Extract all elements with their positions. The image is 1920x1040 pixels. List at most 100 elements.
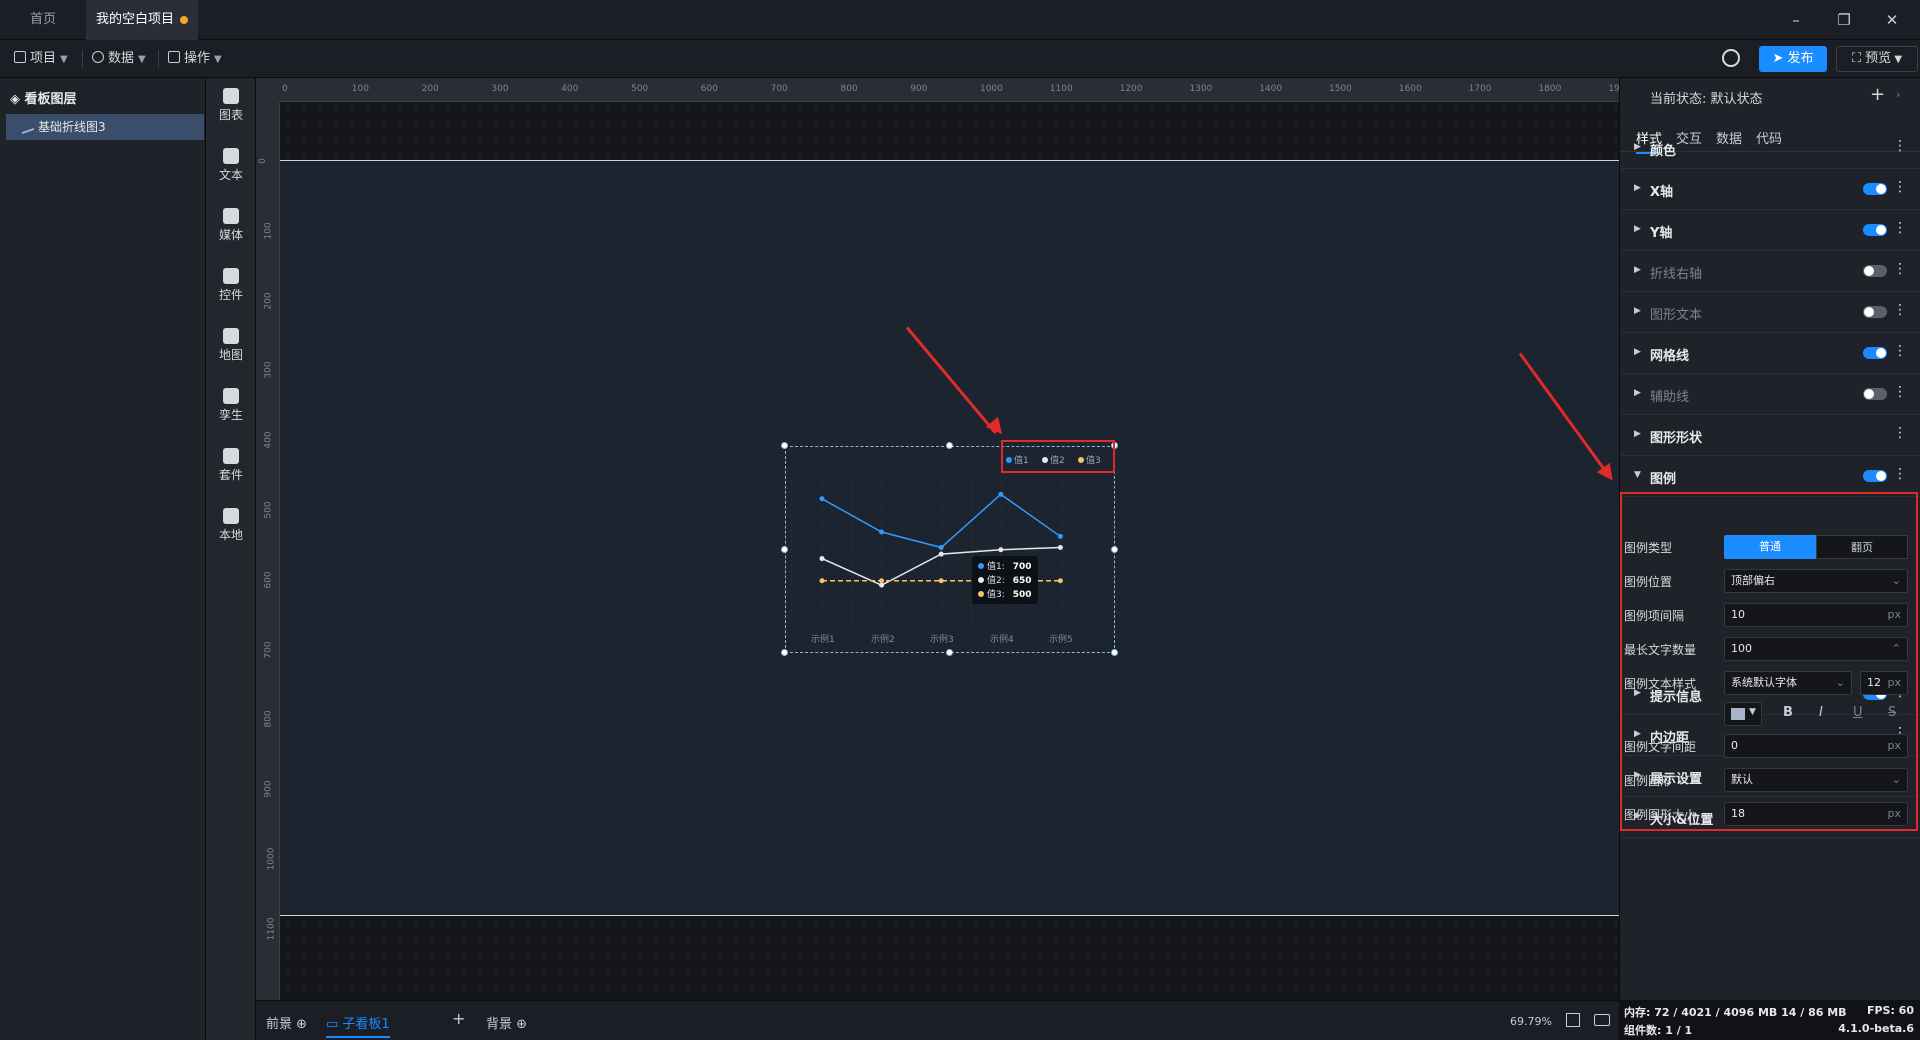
tooltip-name: 值3	[987, 590, 1002, 600]
more-vertical-icon[interactable]: ⋮	[1893, 466, 1907, 482]
resize-handle[interactable]	[1111, 546, 1118, 553]
caret-right-icon: ▶	[1634, 347, 1641, 357]
memory-status: 内存: 72 / 4021 / 4096 MB 14 / 86 MB	[1624, 1006, 1847, 1019]
fit-screen-icon[interactable]	[1566, 1013, 1580, 1027]
tab-subboard-label: 子看板1	[342, 1017, 390, 1032]
more-vertical-icon[interactable]: ⋮	[1893, 138, 1907, 154]
section-toggle[interactable]	[1863, 306, 1887, 318]
legend-shapesize-input[interactable]: 18 px	[1724, 802, 1908, 826]
legend-maxtext-input[interactable]: 100 ⌃	[1724, 637, 1908, 661]
color-swatch	[1731, 708, 1745, 720]
state-value: 默认状态	[1710, 92, 1763, 107]
panel-section-label: 图例	[1650, 472, 1677, 487]
tooltip-name: 值2	[987, 576, 1002, 586]
resize-handle[interactable]	[946, 649, 953, 656]
legend-shape-label: 图例图形	[1624, 774, 1673, 788]
resize-handle[interactable]	[781, 546, 788, 553]
panel-section[interactable]: ▶ 图形形状 ⋮	[1620, 415, 1920, 456]
current-state[interactable]: 当前状态: 默认状态	[1650, 88, 1763, 107]
panel-section[interactable]: ▶ X轴 ⋮	[1620, 169, 1920, 210]
legend-type-row: 图例类型 普通 翻页	[1624, 533, 1914, 561]
tab-foreground[interactable]: 前景 ⊕	[266, 1013, 307, 1032]
more-vertical-icon[interactable]: ⋮	[1893, 302, 1907, 318]
more-vertical-icon[interactable]: ⋮	[1893, 220, 1907, 236]
tooltip-marker	[978, 563, 984, 569]
legend-type-normal[interactable]: 普通	[1724, 535, 1816, 559]
caret-right-icon: ▶	[1634, 306, 1641, 316]
unit-label: px	[1887, 608, 1902, 621]
legend-spacing-row: 图例文字间距 0 px	[1624, 732, 1914, 760]
add-state-icon[interactable]: +	[1870, 84, 1885, 105]
keyboard-icon[interactable]	[1594, 1014, 1610, 1026]
resize-handle[interactable]	[781, 649, 788, 656]
tooltip-row: 值1: 700	[978, 560, 1032, 574]
chevron-down-icon: ⌄	[1835, 676, 1845, 689]
section-toggle[interactable]	[1863, 388, 1887, 400]
section-toggle[interactable]	[1863, 183, 1887, 195]
legend-gap-row: 图例项间隔 10 px	[1624, 601, 1914, 629]
panel-section-label: 网格线	[1650, 349, 1690, 364]
more-vertical-icon[interactable]: ⋮	[1893, 425, 1907, 441]
legend-spacing-label: 图例文字间距	[1624, 740, 1697, 754]
tooltip-value: 500	[1012, 590, 1032, 600]
more-vertical-icon[interactable]: ⋮	[1893, 179, 1907, 195]
section-toggle[interactable]	[1863, 224, 1887, 236]
panel-section[interactable]: ▶ 网格线 ⋮	[1620, 333, 1920, 374]
legend-font-select[interactable]: 系统默认字体 ⌄	[1724, 671, 1852, 695]
stepper-icon[interactable]: ⌃	[1892, 638, 1901, 660]
chevron-down-icon: ▼	[1749, 707, 1756, 717]
tab-foreground-label: 前景	[266, 1017, 293, 1032]
legend-shape-value: 默认	[1731, 773, 1753, 786]
tab-subboard[interactable]: ▭ 子看板1	[326, 1013, 390, 1038]
resize-handle[interactable]	[946, 442, 953, 449]
panel-section[interactable]: ▶ 折线右轴 ⋮	[1620, 251, 1920, 292]
legend-gap-input[interactable]: 10 px	[1724, 603, 1908, 627]
legend-shape-select[interactable]: 默认 ⌄	[1724, 768, 1908, 792]
bold-icon[interactable]: B	[1783, 705, 1793, 720]
panel-section[interactable]: ▶ Y轴 ⋮	[1620, 210, 1920, 251]
section-toggle[interactable]	[1863, 470, 1887, 482]
section-toggle[interactable]	[1863, 265, 1887, 277]
legend-shapesize-value: 18	[1731, 807, 1745, 820]
resize-handle[interactable]	[1111, 649, 1118, 656]
legend-color-picker[interactable]: ▼	[1724, 702, 1762, 726]
legend-gap-label: 图例项间隔	[1624, 609, 1685, 623]
resize-handle[interactable]	[781, 442, 788, 449]
tooltip-marker	[978, 591, 984, 597]
section-toggle[interactable]	[1863, 347, 1887, 359]
more-vertical-icon[interactable]: ⋮	[1893, 261, 1907, 277]
tooltip-value: 650	[1012, 576, 1032, 586]
legend-spacing-value: 0	[1731, 739, 1738, 752]
chart-selection-box[interactable]	[785, 446, 1115, 653]
chevron-right-icon[interactable]: ›	[1896, 88, 1900, 101]
caret-right-icon: ▶	[1634, 388, 1641, 398]
panel-section-label: X轴	[1650, 185, 1674, 200]
panel-section[interactable]: ▶ 辅助线 ⋮	[1620, 374, 1920, 415]
chart-tooltip: 值1: 700 值2: 650 值3: 500	[972, 556, 1038, 604]
legend-shape-row: 图例图形 默认 ⌄	[1624, 766, 1914, 794]
panel-section-label: 颜色	[1650, 144, 1677, 159]
legend-position-select[interactable]: 顶部偏右 ⌄	[1724, 569, 1908, 593]
add-board-icon[interactable]: +	[452, 1009, 465, 1028]
italic-icon[interactable]: I	[1819, 705, 1823, 720]
panel-section[interactable]: ▶ 颜色 ⋮	[1620, 128, 1920, 169]
more-vertical-icon[interactable]: ⋮	[1893, 343, 1907, 359]
status-bar: 内存: 72 / 4021 / 4096 MB 14 / 86 MB FPS: …	[1622, 1000, 1920, 1040]
more-vertical-icon[interactable]: ⋮	[1893, 384, 1907, 400]
legend-spacing-input[interactable]: 0 px	[1724, 734, 1908, 758]
legend-type-paged[interactable]: 翻页	[1816, 535, 1908, 559]
strikethrough-icon[interactable]: S	[1888, 705, 1896, 720]
plus-circle-icon[interactable]: ⊕	[516, 1017, 527, 1032]
panel-section[interactable]: ▼ 图例 ⋮	[1620, 456, 1920, 497]
legend-position-value: 顶部偏右	[1731, 574, 1775, 587]
zoom-level[interactable]: 69.79%	[1510, 1015, 1552, 1028]
panel-section[interactable]: ▶ 图形文本 ⋮	[1620, 292, 1920, 333]
tab-background[interactable]: 背景 ⊕	[486, 1013, 527, 1032]
legend-position-row: 图例位置 顶部偏右 ⌄	[1624, 567, 1914, 595]
underline-icon[interactable]: U	[1853, 705, 1863, 720]
x-tick-label: 示例3	[930, 635, 954, 645]
legend-fontsize-input[interactable]: 12 px	[1860, 671, 1908, 695]
plus-circle-icon[interactable]: ⊕	[296, 1017, 307, 1032]
legend-textstyle-row: 图例文本样式 系统默认字体 ⌄ 12 px	[1624, 669, 1914, 697]
version-label: 4.1.0-beta.6	[1838, 1022, 1914, 1035]
